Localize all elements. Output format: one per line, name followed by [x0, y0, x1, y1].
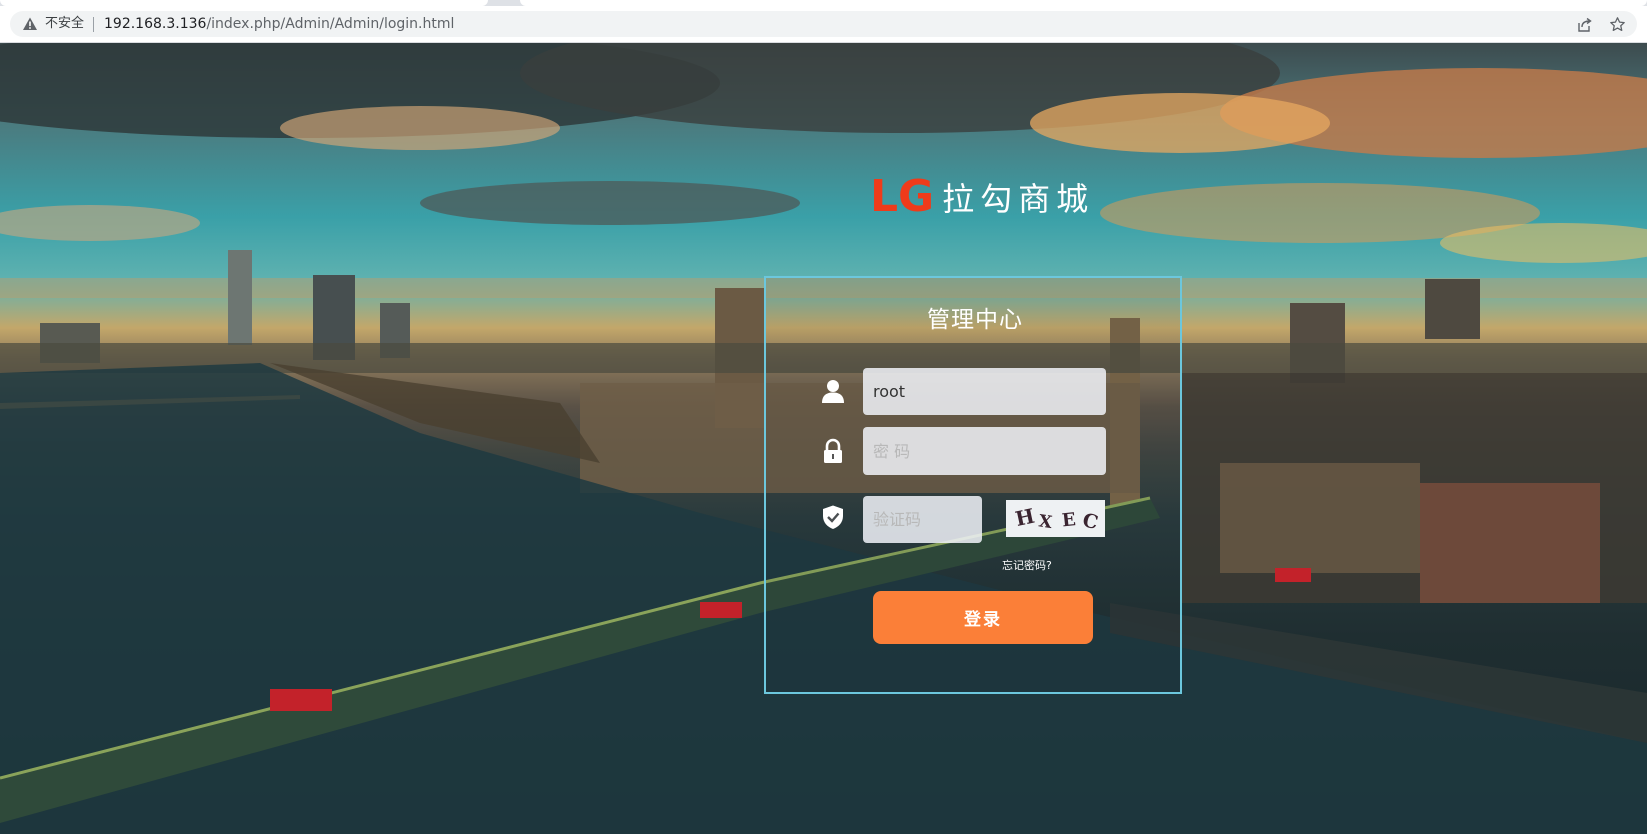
- username-input[interactable]: [863, 368, 1106, 415]
- warning-icon[interactable]: [22, 16, 38, 32]
- password-input[interactable]: [863, 427, 1106, 475]
- login-page: LG 拉勾商城 管理中心 H X E C 忘记密码?: [0, 43, 1647, 834]
- captcha-input[interactable]: [863, 496, 982, 543]
- panel-title: 管理中心: [927, 307, 1023, 333]
- svg-text:H: H: [1013, 504, 1036, 531]
- brand-logo: LG 拉勾商城: [870, 171, 1094, 219]
- security-label[interactable]: 不安全: [45, 16, 84, 32]
- bookmark-star-icon[interactable]: [1609, 16, 1626, 33]
- brand-name: 拉勾商城: [942, 180, 1095, 218]
- svg-text:X: X: [1037, 511, 1054, 533]
- user-icon: [822, 380, 844, 403]
- captcha-image[interactable]: H X E C: [1006, 500, 1105, 537]
- lock-icon: [824, 438, 842, 463]
- login-panel: 管理中心 H X E C 忘记密码? 登录: [764, 276, 1182, 694]
- login-button[interactable]: 登录: [873, 591, 1093, 644]
- share-icon[interactable]: [1576, 17, 1592, 33]
- forgot-password-link[interactable]: 忘记密码?: [1002, 557, 1052, 573]
- svg-text:C: C: [1080, 509, 1100, 534]
- address-bar: 不安全 192.168.3.136/index.php/Admin/Admin/…: [0, 6, 1647, 43]
- svg-text:E: E: [1061, 509, 1077, 531]
- url-divider: [93, 17, 94, 32]
- url-path: /index.php/Admin/Admin/login.html: [206, 16, 455, 32]
- shield-check-icon: [823, 505, 843, 529]
- brand-logo-mark: LG: [870, 171, 935, 222]
- url-host: 192.168.3.136: [104, 16, 207, 32]
- url-text[interactable]: 192.168.3.136/index.php/Admin/Admin/logi…: [104, 16, 454, 32]
